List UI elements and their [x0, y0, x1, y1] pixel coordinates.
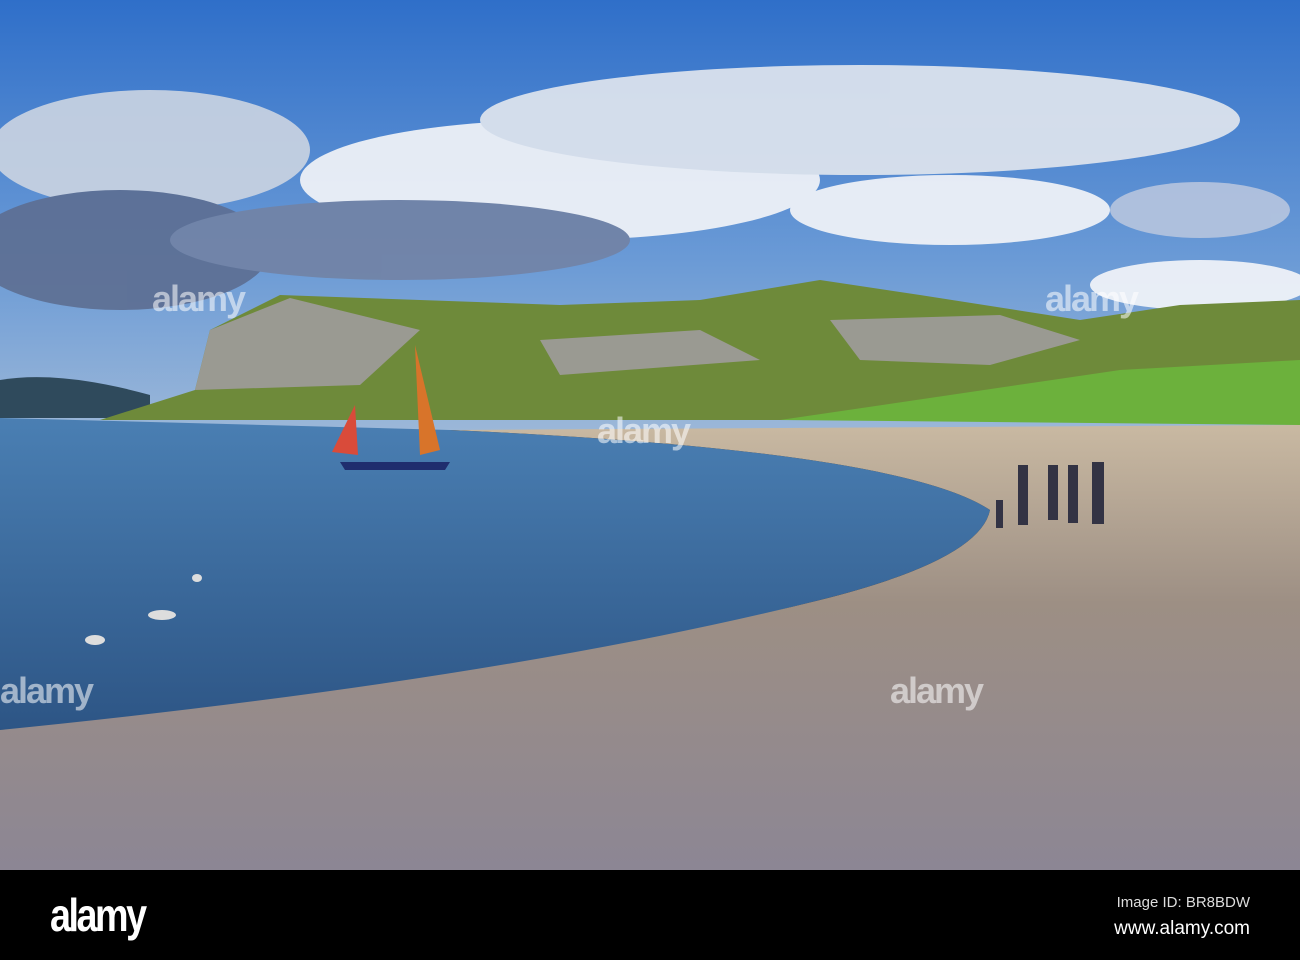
- watermark: alamy: [0, 670, 94, 711]
- image-id: Image ID: BR8BDW: [1116, 894, 1250, 911]
- footer-bar: alamy Image ID: BR8BDW www.alamy.com: [0, 870, 1300, 960]
- watermark: alamy: [1045, 278, 1139, 319]
- site-url: www.alamy.com: [1114, 918, 1250, 939]
- watermark: alamy: [152, 278, 246, 319]
- alamy-logo: alamy: [50, 889, 147, 941]
- watermark: alamy: [890, 670, 984, 711]
- watermark: alamy: [597, 410, 691, 451]
